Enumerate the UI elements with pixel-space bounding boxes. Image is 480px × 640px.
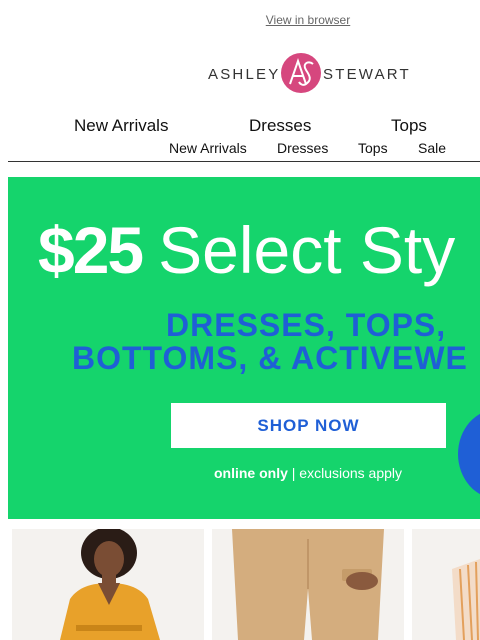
product-tile-tan-pants[interactable]	[212, 529, 404, 640]
subnav-tops[interactable]: Tops	[358, 140, 388, 156]
blue-decorative-shape	[458, 409, 480, 499]
banner-headline: $25 Select Sty	[38, 217, 455, 283]
logo-word-ashley: ASHLEY	[208, 66, 281, 83]
subnav-new-arrivals[interactable]: New Arrivals	[169, 140, 247, 156]
orange-dress-photo	[12, 529, 204, 640]
striped-top-photo	[412, 529, 480, 640]
primary-nav: New Arrivals Dresses Tops	[0, 114, 480, 136]
as-monogram-icon	[281, 53, 321, 93]
product-tile-orange-dress[interactable]	[12, 529, 204, 640]
nav-new-arrivals[interactable]: New Arrivals	[74, 116, 168, 136]
banner-price: $25	[38, 213, 144, 287]
banner-note: online only | exclusions apply	[8, 465, 480, 481]
tan-pants-photo	[212, 529, 404, 640]
nav-tops[interactable]: Tops	[391, 116, 427, 136]
logo-word-stewart: STEWART	[323, 66, 411, 83]
banner-note-bold: online only	[213, 465, 288, 481]
product-tiles	[0, 529, 480, 640]
banner-subline-2: BOTTOMS, & ACTIVEWE	[72, 340, 468, 376]
ashley-stewart-logo[interactable]: ASHLEY STEWART	[208, 52, 411, 96]
nav-dresses[interactable]: Dresses	[249, 116, 311, 136]
banner-note-rest: | exclusions apply	[287, 465, 403, 481]
banner-subline-1: DRESSES, TOPS,	[166, 307, 447, 343]
shop-now-button[interactable]: SHOP NOW	[171, 403, 446, 448]
subnav-dresses[interactable]: Dresses	[277, 140, 328, 156]
view-in-browser-link[interactable]: View in browser	[0, 13, 480, 27]
banner-headline-text: Select Sty	[158, 213, 456, 287]
promo-banner[interactable]: $25 Select Sty DRESSES, TOPS, BOTTOMS, & …	[8, 177, 480, 519]
product-tile-striped-top[interactable]	[412, 529, 480, 640]
subnav-sale[interactable]: Sale	[418, 140, 446, 156]
nav-divider	[8, 161, 480, 162]
